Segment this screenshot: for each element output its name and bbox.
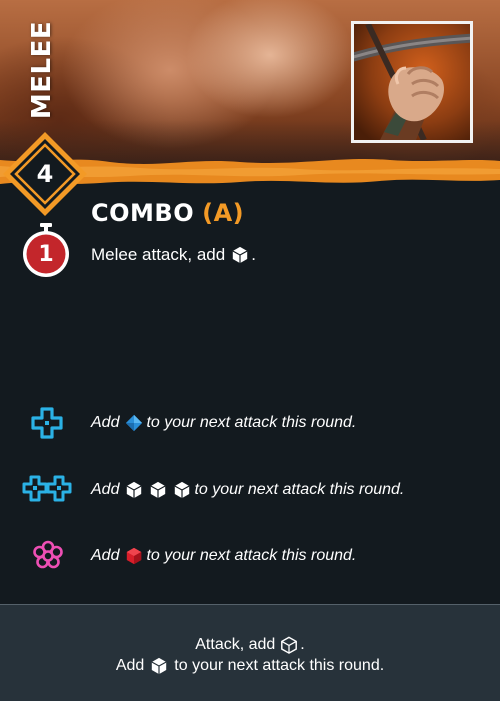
ability-name: COMBO xyxy=(91,199,195,227)
white-die-icon xyxy=(174,481,190,499)
cost-badge: 4 xyxy=(1,130,89,218)
initiative-timer: 1 xyxy=(20,222,72,278)
pink-boost-icon xyxy=(33,540,63,569)
cost-value: 4 xyxy=(36,160,54,188)
white-die-icon xyxy=(150,481,166,499)
white-die-icon xyxy=(126,481,142,499)
outline-die-icon xyxy=(281,636,298,654)
boost-row-pink: Add to your next attack this round. xyxy=(0,539,500,573)
boost-row-double-blue: Add to your next attack this round. xyxy=(0,473,500,507)
ability-title: COMBO (A) xyxy=(91,196,244,230)
category-label: MELEE xyxy=(27,20,58,120)
ability-tag: (A) xyxy=(202,199,245,227)
white-die-icon xyxy=(151,657,167,675)
boost-text: Add to your next attack this round. xyxy=(91,547,357,565)
bow-grip-icon xyxy=(354,24,470,140)
blue-die-icon xyxy=(126,414,143,432)
ability-portrait xyxy=(351,21,473,143)
red-die-icon xyxy=(127,547,142,565)
boost-row-blue: Add to your next attack this round. xyxy=(0,406,500,440)
card-footer: Attack, add . Add to your next attack th… xyxy=(0,604,500,701)
initiative-value: 1 xyxy=(38,241,54,267)
double-blue-boost-icon xyxy=(22,475,72,502)
ability-card: MELEE 4 COMBO (A) 1 Melee attack, add . … xyxy=(0,0,500,701)
boost-text: Add to your next attack this round. xyxy=(91,481,405,499)
blue-boost-icon xyxy=(31,407,63,439)
white-die-icon xyxy=(232,246,248,264)
ability-text: Melee attack, add . xyxy=(91,245,256,264)
boost-text: Add to your next attack this round. xyxy=(91,414,357,432)
footer-line-2: Add to your next attack this round. xyxy=(115,657,385,675)
